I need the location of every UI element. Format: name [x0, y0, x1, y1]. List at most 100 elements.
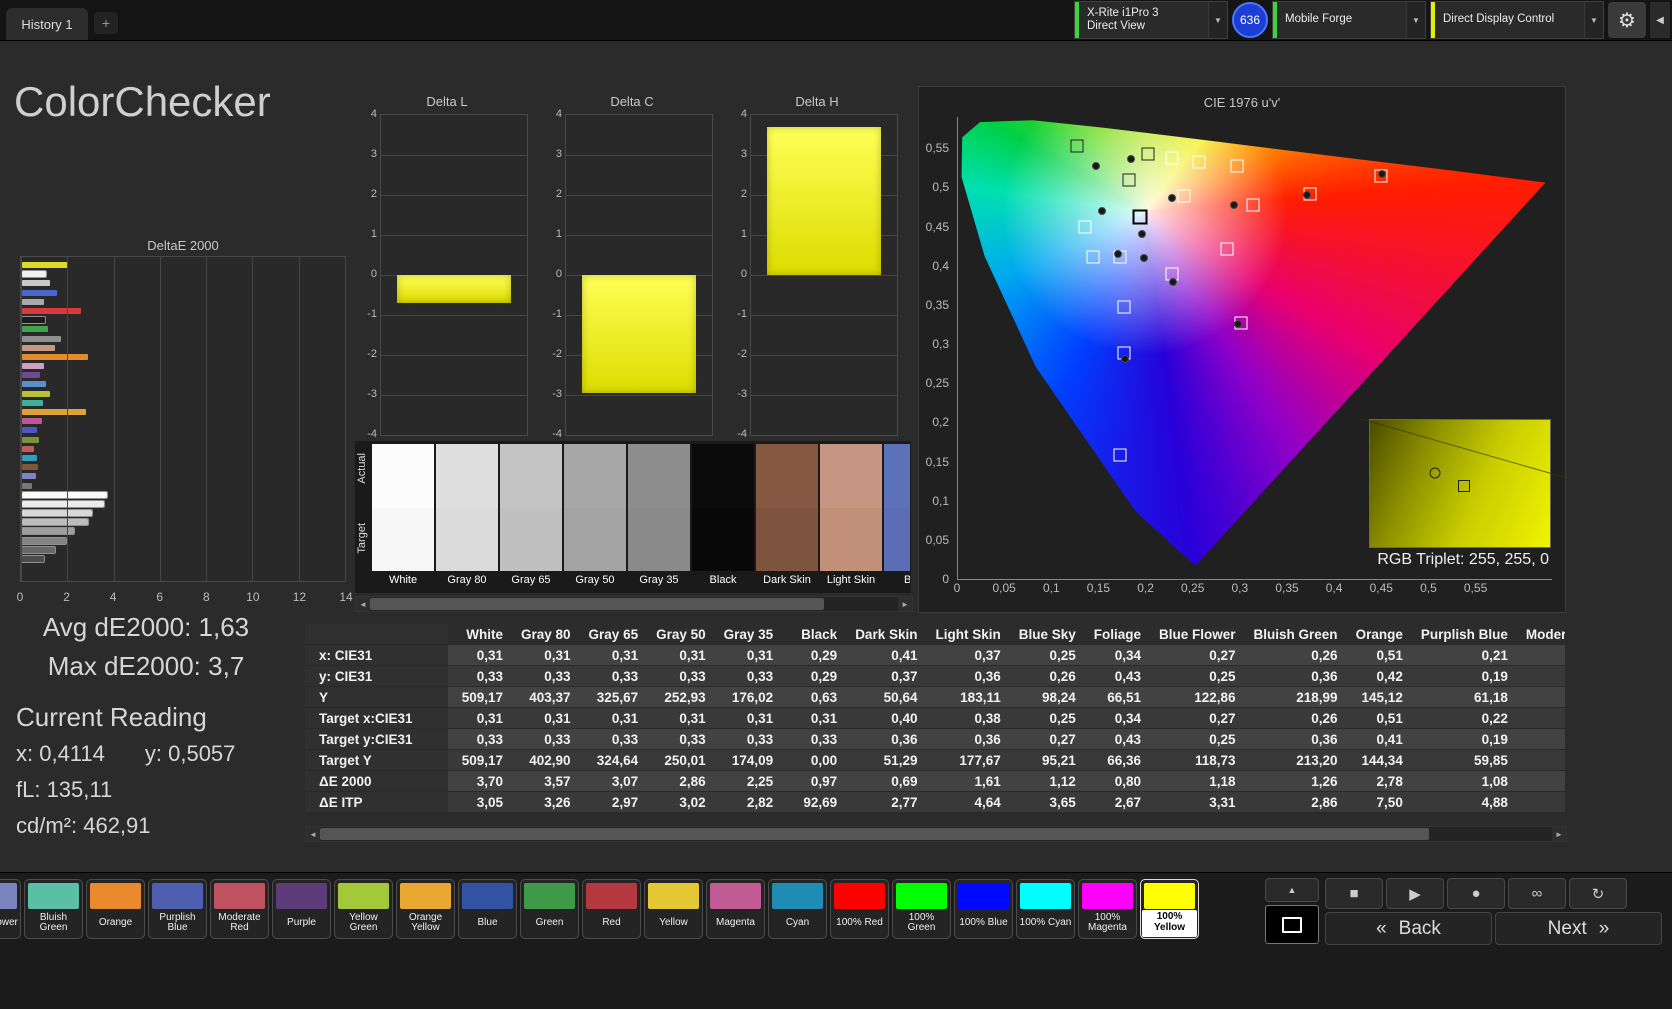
- table-row-y: Y509,17403,37325,67252,93176,020,6350,64…: [305, 687, 1565, 708]
- patch-button-orange-yellow[interactable]: Orange Yellow: [396, 879, 455, 939]
- patch-button-100-red[interactable]: 100% Red: [830, 879, 889, 939]
- axis-tick-label: -1: [737, 308, 747, 320]
- add-tab-button[interactable]: +: [94, 12, 118, 34]
- display-control-dropdown[interactable]: Direct Display Control ▼: [1430, 1, 1604, 39]
- table-cell: 3,05: [448, 792, 512, 813]
- patch-button-100-cyan[interactable]: 100% Cyan: [1016, 879, 1075, 939]
- expand-panel-button[interactable]: ▲: [1265, 878, 1319, 902]
- table-cell: 50,64: [846, 687, 926, 708]
- patch-button-100-green[interactable]: 100% Green: [892, 879, 951, 939]
- patch-button-red[interactable]: Red: [582, 879, 641, 939]
- delta-l-ylabels: 43210-1-2-3-4: [362, 114, 378, 434]
- swatch-scroll-thumb[interactable]: [370, 598, 824, 610]
- patch-button-moderate-red[interactable]: Moderate Red: [210, 879, 269, 939]
- column-header: Bluish Green: [1245, 624, 1347, 645]
- patch-button-blue[interactable]: Blue: [458, 879, 517, 939]
- record-button[interactable]: ●: [1447, 878, 1505, 909]
- patch-button-100-magenta[interactable]: 100% Magenta: [1078, 879, 1137, 939]
- patch-label: Blue Flower: [0, 910, 20, 938]
- table-cell: 0,25: [1010, 708, 1085, 729]
- chevron-down-icon[interactable]: ▼: [1208, 2, 1227, 38]
- axis-tick-label: 3: [371, 148, 377, 160]
- back-chevron-icon: «: [1376, 918, 1387, 940]
- table-scroll-thumb[interactable]: [320, 828, 1429, 840]
- delta-bar: [397, 275, 511, 303]
- play-button[interactable]: ▶: [1386, 878, 1444, 909]
- deltae-xlabels: 02468101214: [20, 590, 346, 606]
- patch-button-bluish-green[interactable]: Bluish Green: [24, 879, 83, 939]
- next-button[interactable]: Next »: [1495, 912, 1662, 945]
- scroll-right-icon[interactable]: ►: [898, 597, 912, 611]
- deltae-plot: [20, 256, 346, 582]
- refresh-button[interactable]: ↻: [1569, 878, 1627, 909]
- patch-button-yellow[interactable]: Yellow: [644, 879, 703, 939]
- table-scroll-track[interactable]: [320, 827, 1552, 841]
- swatch-tile-white: White: [372, 444, 434, 592]
- delta-l-plot: [380, 114, 528, 436]
- table-cell: 0,33: [580, 666, 648, 687]
- back-button[interactable]: « Back: [1325, 912, 1492, 945]
- swatch-target-color: [628, 508, 690, 572]
- delta-e-bar: [22, 547, 55, 553]
- patch-button-100-blue[interactable]: 100% Blue: [954, 879, 1013, 939]
- table-cell: 0,31: [715, 708, 783, 729]
- column-header: Purplish Blue: [1412, 624, 1517, 645]
- axis-tick-label: 2: [371, 188, 377, 200]
- source-dropdown[interactable]: Mobile Forge ▼: [1272, 1, 1426, 39]
- table-cell: 324,64: [580, 750, 648, 771]
- table-cell: 0,22: [1412, 708, 1517, 729]
- table-scrollbar[interactable]: ◄ ►: [305, 826, 1567, 842]
- swatch-scroll-track[interactable]: [370, 597, 898, 611]
- stop-button[interactable]: ■: [1325, 878, 1383, 909]
- scroll-left-icon[interactable]: ◄: [356, 597, 370, 611]
- patch-button-orange[interactable]: Orange: [86, 879, 145, 939]
- meter-dropdown[interactable]: X-Rite i1Pro 3 Direct View ▼: [1074, 1, 1228, 39]
- column-header: Orange: [1347, 624, 1412, 645]
- tab-history-1[interactable]: History 1: [6, 8, 88, 40]
- swatch-tile-dark-skin: Dark Skin: [756, 444, 818, 592]
- patch-button-yellow-green[interactable]: Yellow Green: [334, 879, 393, 939]
- axis-tick-label: 12: [293, 590, 306, 604]
- delta-e-bar: [22, 336, 61, 342]
- loop-button[interactable]: ∞: [1508, 878, 1566, 909]
- patch-button-purplish-blue[interactable]: Purplish Blue: [148, 879, 207, 939]
- patch-button-cyan[interactable]: Cyan: [768, 879, 827, 939]
- delta-e-bar: [22, 271, 46, 277]
- gridline: [566, 155, 712, 156]
- column-header: Foliage: [1085, 624, 1150, 645]
- table-cell: 122,86: [1150, 687, 1245, 708]
- swatch-label: Gray 65: [500, 571, 562, 592]
- delta-e-bar: [22, 501, 104, 507]
- gridline: [381, 355, 527, 356]
- table-header-row: WhiteGray 80Gray 65Gray 50Gray 35BlackDa…: [305, 624, 1565, 645]
- table-cell: 0,31: [647, 708, 715, 729]
- chevron-down-icon[interactable]: ▼: [1406, 2, 1425, 38]
- gridline: [566, 235, 712, 236]
- scroll-left-icon[interactable]: ◄: [306, 827, 320, 841]
- patch-button-blue-flower[interactable]: Blue Flower: [0, 879, 21, 939]
- table-cell: 509,17: [448, 687, 512, 708]
- chevron-down-icon[interactable]: ▼: [1584, 2, 1603, 38]
- patch-button-100-yellow[interactable]: 100% Yellow: [1140, 879, 1199, 939]
- collapse-panel-button[interactable]: ◀: [1650, 2, 1670, 38]
- patch-button-magenta[interactable]: Magenta: [706, 879, 765, 939]
- table-cell: 0,34: [1085, 708, 1150, 729]
- scroll-right-icon[interactable]: ►: [1552, 827, 1566, 841]
- table-cell: 0,31: [448, 645, 512, 666]
- patch-button-green[interactable]: Green: [520, 879, 579, 939]
- meter-count-badge[interactable]: 636: [1232, 2, 1268, 38]
- axis-tick-label: -3: [367, 388, 377, 400]
- patch-button-purple[interactable]: Purple: [272, 879, 331, 939]
- settings-button[interactable]: ⚙: [1608, 2, 1646, 38]
- column-header: Gray 80: [512, 624, 580, 645]
- axis-tick-label: 4: [110, 590, 117, 604]
- cie-1976-panel: CIE 1976 u'v' 00,050,10,150,20,250,30,35…: [918, 86, 1566, 613]
- table-cell: 0,29: [782, 666, 846, 687]
- table-cell: 2,86: [647, 771, 715, 792]
- display-preview-button[interactable]: [1265, 905, 1319, 944]
- swatch-target-color: [884, 508, 910, 572]
- patch-label: Purple: [273, 910, 330, 938]
- axis-tick-label: 4: [371, 108, 377, 120]
- patch-swatch: [772, 883, 823, 909]
- swatch-strip-scrollbar[interactable]: ◄ ►: [355, 596, 913, 612]
